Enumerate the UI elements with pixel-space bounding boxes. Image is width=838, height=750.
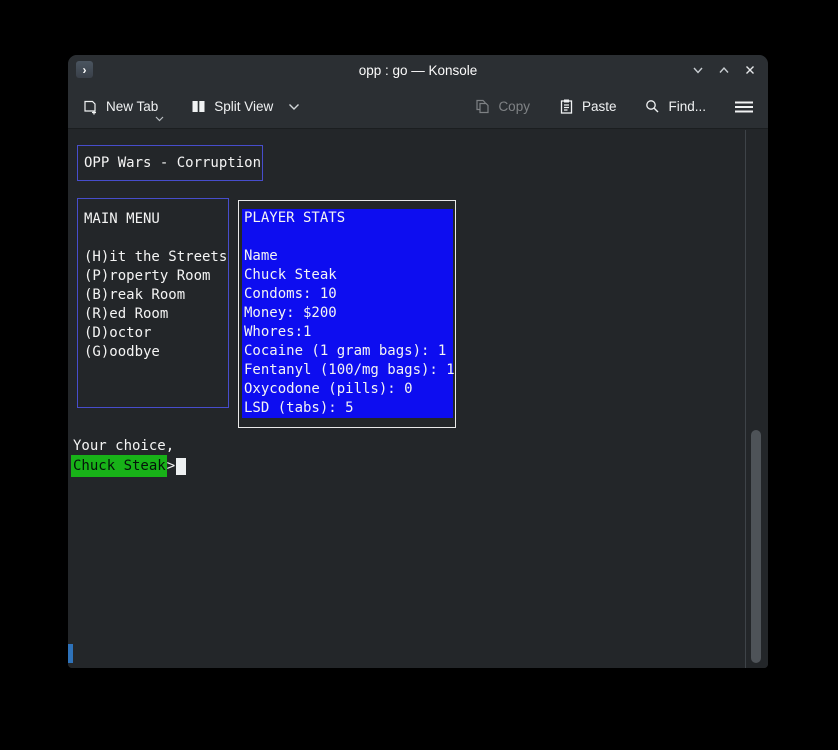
stat-name-value: Chuck Steak xyxy=(244,266,453,285)
hamburger-menu-button[interactable] xyxy=(732,95,756,119)
stat-whores: Whores:1 xyxy=(244,323,453,342)
chevron-down-icon xyxy=(155,116,164,122)
new-tab-label: New Tab xyxy=(106,99,158,114)
copy-button[interactable]: Copy xyxy=(472,94,532,119)
paste-icon xyxy=(558,98,575,115)
maximize-button[interactable] xyxy=(716,62,732,78)
scrollbar-track[interactable] xyxy=(746,130,768,668)
chevron-up-icon xyxy=(717,63,731,77)
prompt-caret: > xyxy=(167,456,175,476)
split-view-button[interactable]: Split View xyxy=(188,94,302,119)
main-menu-box: MAIN MENU (H)it the Streets (P)roperty R… xyxy=(77,198,229,408)
copy-label: Copy xyxy=(498,99,530,114)
hamburger-icon xyxy=(734,99,754,115)
new-tab-button[interactable]: New Tab xyxy=(80,94,160,119)
player-name-highlight: Chuck Steak xyxy=(71,455,167,477)
chevron-down-icon xyxy=(691,63,705,77)
toolbar: New Tab Split View xyxy=(68,85,768,129)
menu-item-red-room: (R)ed Room xyxy=(84,305,228,324)
close-icon xyxy=(743,63,757,77)
split-view-label: Split View xyxy=(214,99,273,114)
konsole-window: › opp : go — Konsole xyxy=(68,55,768,668)
menu-item-hit-the-streets: (H)it the Streets xyxy=(84,248,228,267)
stat-name-label: Name xyxy=(244,247,453,266)
game-banner-box: OPP Wars - Corruption xyxy=(77,145,263,181)
split-view-icon xyxy=(190,98,207,115)
blank-line xyxy=(244,228,453,247)
stat-money: Money: $200 xyxy=(244,304,453,323)
main-menu-title: MAIN MENU xyxy=(84,210,228,229)
blank-line xyxy=(84,229,228,248)
scrollbar-thumb[interactable] xyxy=(751,430,761,663)
chevron-down-icon xyxy=(288,103,300,111)
search-icon xyxy=(644,98,661,115)
player-stats-box: PLAYER STATS Name Chuck Steak Condoms: 1… xyxy=(238,200,456,428)
new-output-marker xyxy=(68,644,73,663)
window-title: opp : go — Konsole xyxy=(68,55,768,85)
window-controls xyxy=(690,55,758,85)
minimize-button[interactable] xyxy=(690,62,706,78)
new-tab-icon xyxy=(82,98,99,115)
menu-item-property-room: (P)roperty Room xyxy=(84,267,228,286)
stat-condoms: Condoms: 10 xyxy=(244,285,453,304)
game-banner-text: OPP Wars - Corruption xyxy=(84,154,261,173)
menu-item-goodbye: (G)oodbye xyxy=(84,343,228,362)
stat-cocaine: Cocaine (1 gram bags): 1 xyxy=(244,342,453,361)
menu-item-break-room: (B)reak Room xyxy=(84,286,228,305)
terminal-cursor xyxy=(176,458,186,475)
paste-button[interactable]: Paste xyxy=(556,94,619,119)
player-stats-panel: PLAYER STATS Name Chuck Steak Condoms: 1… xyxy=(242,209,453,418)
stat-fentanyl: Fentanyl (100/mg bags): 1 xyxy=(244,361,453,380)
find-label: Find... xyxy=(668,99,706,114)
prompt-label: Your choice, xyxy=(73,437,174,456)
paste-label: Paste xyxy=(582,99,617,114)
titlebar[interactable]: › opp : go — Konsole xyxy=(68,55,768,85)
close-button[interactable] xyxy=(742,62,758,78)
stat-lsd: LSD (tabs): 5 xyxy=(244,399,453,418)
copy-icon xyxy=(474,98,491,115)
prompt-input-line[interactable]: Chuck Steak> xyxy=(71,456,186,476)
stat-oxycodone: Oxycodone (pills): 0 xyxy=(244,380,453,399)
player-stats-title: PLAYER STATS xyxy=(244,209,453,228)
find-button[interactable]: Find... xyxy=(642,94,708,119)
terminal-display[interactable]: OPP Wars - Corruption MAIN MENU (H)it th… xyxy=(68,130,768,668)
menu-item-doctor: (D)octor xyxy=(84,324,228,343)
